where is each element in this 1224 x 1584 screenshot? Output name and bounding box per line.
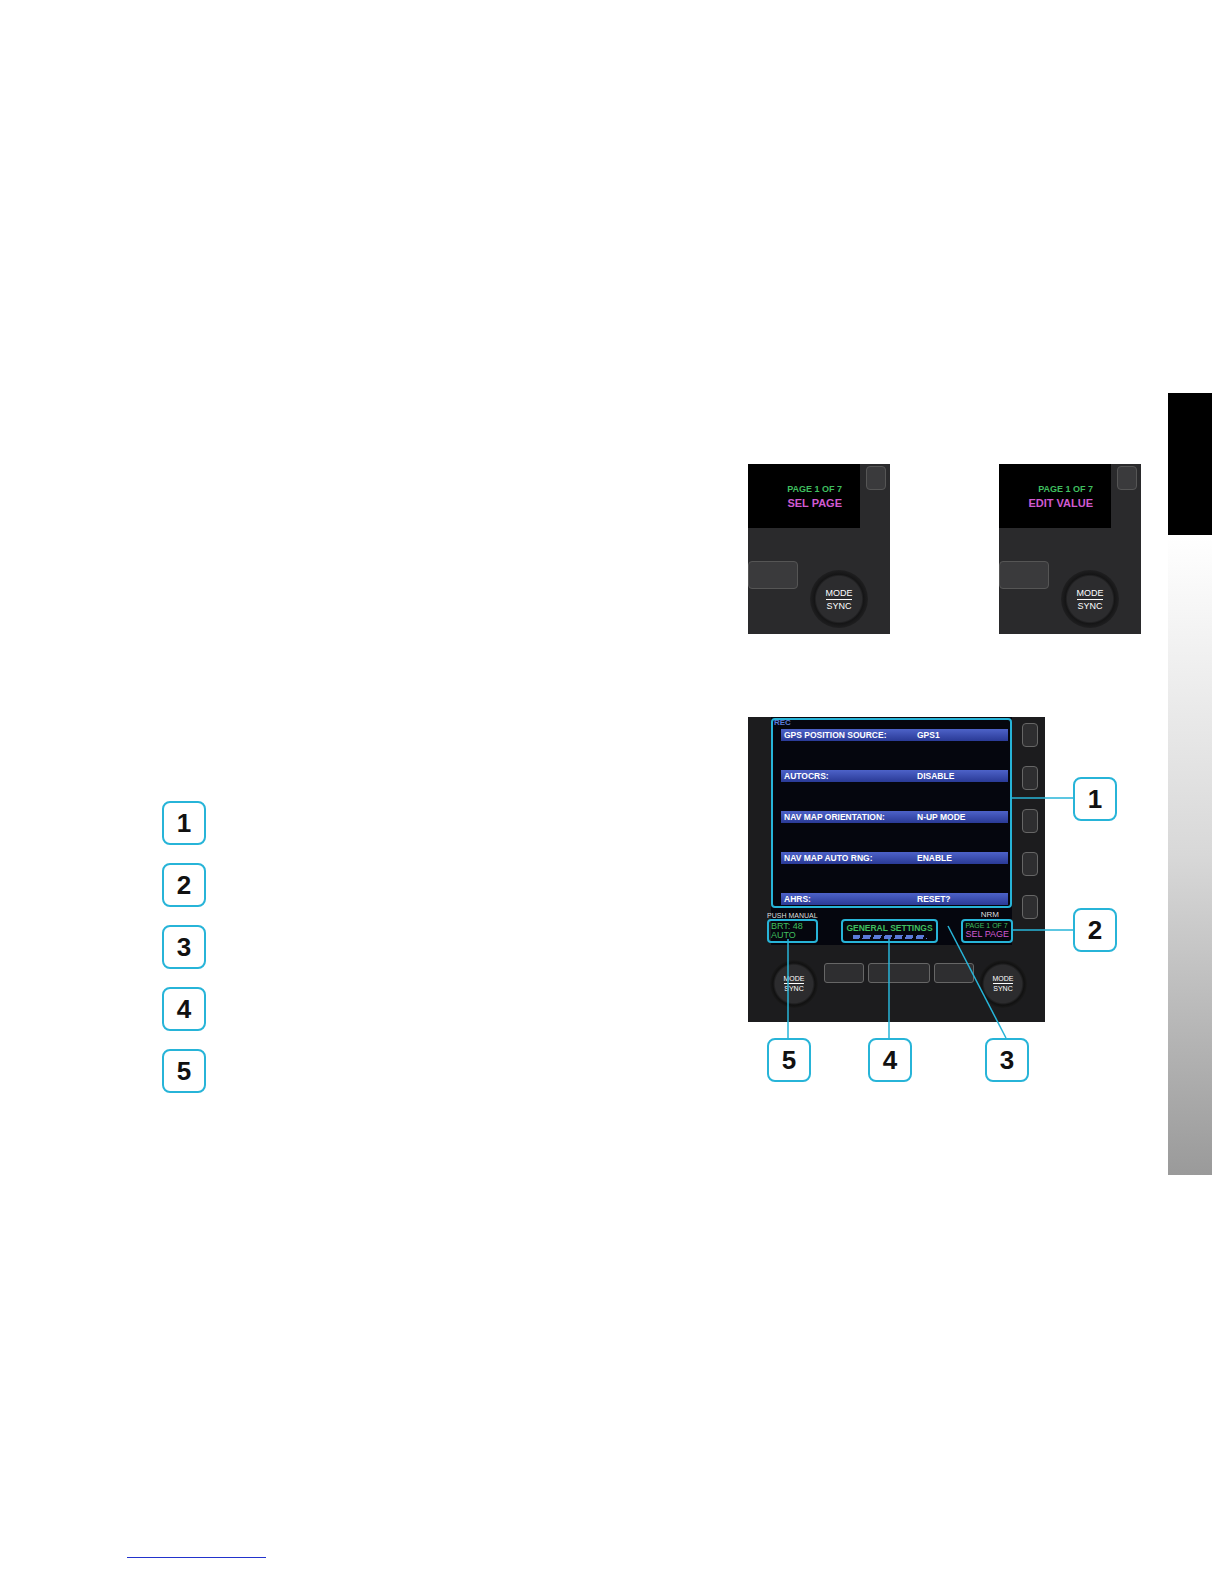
bezel-button[interactable] <box>868 963 930 983</box>
setting-row[interactable]: NAV MAP AUTO RNG:ENABLE <box>781 852 1008 864</box>
settings-list: GPS POSITION SOURCE:GPS1 AUTOCRS:DISABLE N… <box>771 718 1012 908</box>
display-area: REC GPS POSITION SOURCE:GPS1AUTOCRS:DISA… <box>771 717 1012 945</box>
section-tab <box>1168 393 1212 1175</box>
legend-badge: 4 <box>162 987 206 1031</box>
leader-lines <box>748 717 1118 1083</box>
line-select-button[interactable] <box>1022 723 1038 747</box>
bezel-button[interactable] <box>824 963 864 983</box>
setting-row[interactable]: AUTOCRS:DISABLE <box>781 770 1008 782</box>
brightness: PUSH MANUAL BRT: 48AUTO <box>767 912 818 943</box>
display-unit: REC GPS POSITION SOURCE:GPS1AUTOCRS:DISA… <box>748 717 1045 1022</box>
bezel-button[interactable] <box>934 963 974 983</box>
callout-badge: 5 <box>767 1038 811 1082</box>
page-indicator: NRM PAGE 1 OF 7SEL PAGE <box>961 910 1013 943</box>
legend-badge: 1 <box>162 801 206 845</box>
mode-sync-knob[interactable]: MODESYNC <box>1061 570 1119 628</box>
display-figure: REC GPS POSITION SOURCE:GPS1AUTOCRS:DISA… <box>748 717 1118 1083</box>
setting-row[interactable]: AHRS:RESET? <box>781 893 1008 905</box>
callout-badge: 1 <box>1073 777 1117 821</box>
mode-sync-knob[interactable]: MODESYNC <box>770 960 818 1008</box>
bezel-button[interactable] <box>999 561 1049 589</box>
link-underline[interactable] <box>127 1557 266 1558</box>
legend-badge: 3 <box>162 925 206 969</box>
line-select-button[interactable] <box>1022 809 1038 833</box>
line-select-button[interactable] <box>1022 895 1038 919</box>
callout-badge: 2 <box>1073 908 1117 952</box>
figures: PAGE 1 OF 7 SEL PAGE MODESYNC PAGE 1 OF 7… <box>748 0 1141 1584</box>
status-line: PUSH MANUAL BRT: 48AUTO GENERAL SETTINGS… <box>767 910 1013 943</box>
line-select-button[interactable] <box>1022 766 1038 790</box>
bezel-button[interactable] <box>748 561 798 589</box>
legend-badge: 5 <box>162 1049 206 1093</box>
callout-badge: 3 <box>985 1038 1029 1082</box>
mode-sync-knob[interactable]: MODESYNC <box>810 570 868 628</box>
setting-row[interactable]: GPS POSITION SOURCE:GPS1 <box>781 729 1008 741</box>
line-select-button[interactable] <box>1022 852 1038 876</box>
legend-badge: 2 <box>162 863 206 907</box>
setting-row[interactable]: NAV MAP ORIENTATION:N-UP MODE <box>781 811 1008 823</box>
callout-badge: 4 <box>868 1038 912 1082</box>
legend: 1 2 3 4 5 <box>0 0 748 1584</box>
mode-photo: PAGE 1 OF 7 SEL PAGE MODESYNC <box>748 464 890 634</box>
page-title: GENERAL SETTINGS <box>841 919 937 943</box>
page-progress <box>853 935 927 939</box>
mode-sync-knob[interactable]: MODESYNC <box>979 960 1027 1008</box>
manual-page: 12345 PAGE 1 OF 7 SEL PAGE MODESYNCPAGE … <box>0 0 1224 1584</box>
mode-photo: PAGE 1 OF 7 EDIT VALUE MODESYNC <box>999 464 1141 634</box>
